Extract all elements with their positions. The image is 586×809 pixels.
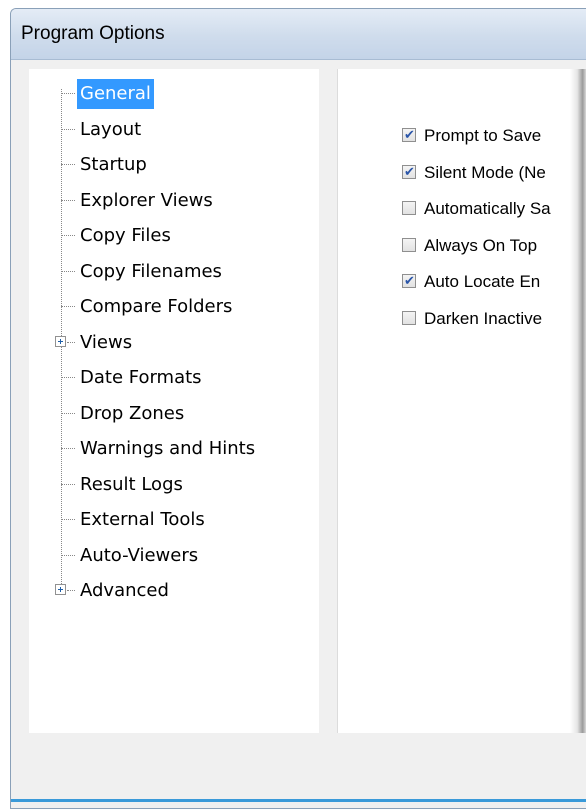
tree-item-label: Startup [80, 154, 147, 175]
expand-icon[interactable] [55, 584, 66, 595]
tree-connector [61, 483, 75, 485]
tree-connector [61, 377, 75, 378]
tree-item-label: General [77, 79, 154, 109]
tree-item-label: Views [80, 331, 133, 353]
tree-connector [61, 235, 75, 236]
tree-connector [61, 270, 75, 272]
option-checkbox[interactable] [402, 237, 416, 252]
tree-item-label: Auto-Viewers [80, 544, 199, 566]
torn-edge [570, 69, 586, 733]
tree-connector [61, 306, 75, 307]
option-label: Always On Top [424, 235, 538, 255]
tree-item-label: Copy Filenames [80, 260, 222, 282]
tree-item-label: Explorer Views [80, 189, 213, 211]
option-label: Silent Mode (Ne [424, 162, 546, 182]
option-checkbox[interactable] [402, 269, 416, 295]
option-checkbox[interactable] [402, 123, 416, 149]
option-label: Darken Inactive [424, 308, 543, 328]
tree-connector [61, 128, 75, 130]
option-checkbox[interactable] [402, 310, 416, 325]
title-bar: Program Options [11, 9, 586, 60]
tree-connector [61, 448, 75, 449]
tree-item-label: Layout [80, 118, 142, 140]
tree-item-label: Advanced [80, 580, 169, 601]
tree-item-label: Warnings and Hints [80, 438, 256, 459]
expand-icon[interactable] [55, 335, 66, 347]
option-label: Prompt to Save [424, 126, 542, 145]
option-label: Automatically Sa [424, 199, 551, 218]
window-title: Program Options [21, 23, 165, 44]
option-checkbox[interactable] [402, 201, 416, 215]
tree-connector [61, 164, 75, 165]
general-options-panel: Prompt to Save Silent Mode (Ne Automatical… [337, 69, 586, 733]
program-options-window: Program Options General Layout Startup Expl… [10, 8, 586, 809]
tree-connector [61, 412, 75, 414]
tree-connector [67, 341, 75, 343]
option-label: Auto Locate En [424, 272, 541, 291]
tree-connector [61, 93, 75, 94]
options-tree: General Layout Startup Explorer Views Copy F… [29, 69, 319, 733]
tree-item-label: Result Logs [80, 473, 183, 495]
bottom-accent-strip [11, 799, 586, 802]
tree-item-label: Date Formats [80, 367, 202, 388]
tree-connector [61, 519, 75, 520]
option-checkbox[interactable] [402, 160, 416, 186]
tree-connector [67, 590, 75, 591]
tree-connector [61, 554, 75, 556]
tree-item-label: Drop Zones [80, 402, 185, 424]
tree-connector [61, 199, 75, 201]
tree-item-label: Compare Folders [80, 296, 233, 317]
tree-item-label: Copy Files [80, 225, 171, 246]
tree-item-label: External Tools [80, 509, 205, 530]
